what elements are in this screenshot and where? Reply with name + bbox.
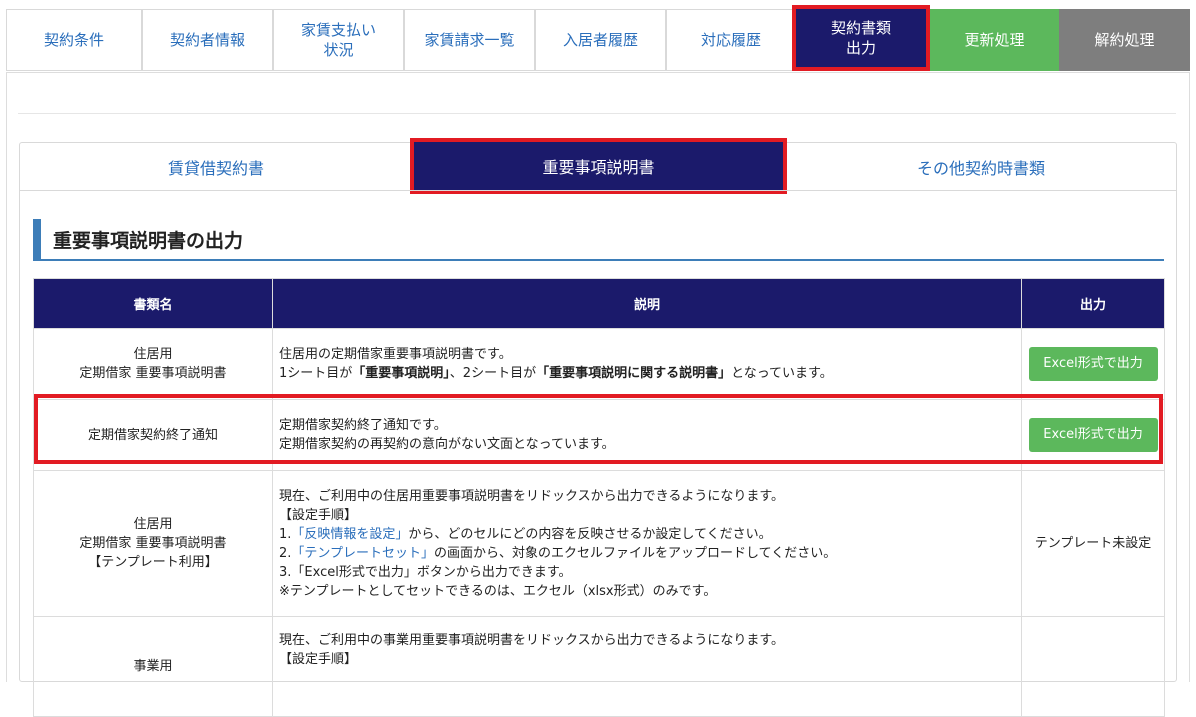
doc-name-line: 定期借家 重要事項説明書 (79, 536, 227, 551)
excel-output-button[interactable]: Excel形式で出力 (1028, 347, 1158, 381)
doc-description: 定期借家契約終了通知です。 定期借家契約の再契約の意向がない文面となっています。 (272, 399, 1022, 471)
tab-contract-terms[interactable]: 契約条件 (6, 9, 142, 71)
excel-output-button[interactable]: Excel形式で出力 (1028, 418, 1158, 452)
description-line: ※テンプレートとしてセットできるのは、エクセル（xlsx形式）のみです。 (279, 583, 717, 599)
template-set-link[interactable]: 「テンプレートセット」 (291, 546, 434, 561)
doc-description: 現在、ご利用中の事業用重要事項説明書をリドックスから出力できるようになります。 … (272, 616, 1022, 717)
doc-name: 住居用 定期借家 重要事項説明書 【テンプレート利用】 (33, 470, 273, 617)
text: 1シート目が (279, 366, 353, 381)
output-cell: Excel形式で出力 (1021, 328, 1165, 400)
output-cell: Excel形式で出力 (1021, 399, 1165, 471)
description-line: 2.「テンプレートセット」の画面から、対象のエクセルファイルをアップロードしてく… (279, 544, 1020, 563)
doc-name: 事業用 (33, 616, 273, 717)
description-line: 住居用の定期借家重要事項説明書です。 (279, 347, 512, 362)
doc-name-line: 事業用 (133, 659, 173, 674)
doc-name-line: 定期借家 重要事項説明書 (79, 366, 227, 381)
section-title: 重要事項説明書の出力 (53, 230, 244, 252)
table-row: 住居用 定期借家 重要事項説明書 住居用の定期借家重要事項説明書です。 1シート… (33, 328, 1165, 400)
subtab-important-matters[interactable]: 重要事項説明書 (410, 138, 787, 194)
documents-table: 書類名 説明 出力 住居用 定期借家 重要事項説明書 住居用の定期借家重要事項説… (33, 278, 1165, 717)
description-line: 3.「Excel形式で出力」ボタンから出力できます。 (279, 564, 572, 580)
text: 、2シート目が (449, 366, 537, 381)
header-output: 出力 (1021, 278, 1165, 329)
text: 1. (279, 526, 292, 542)
output-cell (1021, 616, 1165, 717)
doc-description: 現在、ご利用中の住居用重要事項説明書をリドックスから出力できるようになります。 … (272, 470, 1022, 617)
text: の画面から、対象のエクセルファイルをアップロードしてください。 (434, 545, 837, 561)
tab-contractor-info[interactable]: 契約者情報 (142, 9, 273, 71)
tab-renewal[interactable]: 更新処理 (930, 9, 1059, 71)
doc-name: 定期借家契約終了通知 (33, 399, 273, 471)
description-line: 定期借家契約終了通知です。 (279, 418, 447, 433)
table-row: 定期借家契約終了通知 定期借家契約終了通知です。 定期借家契約の再契約の意向がな… (33, 399, 1165, 471)
doc-name-line: 【テンプレート利用】 (88, 555, 218, 570)
bold-text: 「重要事項説明に関する説明書」 (536, 366, 732, 381)
tab-rent-payment-status[interactable]: 家賃支払い 状況 (273, 9, 404, 71)
tab-support-history[interactable]: 対応履歴 (666, 9, 796, 71)
doc-name-line: 住居用 (133, 347, 173, 362)
tab-tenant-history[interactable]: 入居者履歴 (535, 9, 666, 71)
table-row: 事業用 現在、ご利用中の事業用重要事項説明書をリドックスから出力できるようになり… (33, 616, 1165, 717)
subtab-underline (20, 190, 1176, 191)
template-status: テンプレート未設定 (1034, 536, 1152, 551)
tab-contract-documents-output[interactable]: 契約書類 出力 (792, 5, 930, 71)
subtab-other-documents[interactable]: その他契約時書類 (787, 144, 1175, 190)
bold-text: 「重要事項説明」 (352, 366, 450, 381)
description-line: 現在、ご利用中の住居用重要事項説明書をリドックスから出力できるようになります。 (279, 488, 785, 504)
section-underline (33, 259, 1164, 261)
divider (18, 113, 1176, 114)
description-line: 現在、ご利用中の事業用重要事項説明書をリドックスから出力できるようになります。 (279, 633, 785, 648)
description-line: 1.「反映情報を設定」から、どのセルにどの内容を反映させるか設定してください。 (279, 525, 1020, 544)
output-cell: テンプレート未設定 (1021, 470, 1165, 617)
table-header-row: 書類名 説明 出力 (33, 278, 1165, 329)
description-line: 1シート目が「重要事項説明」、2シート目が「重要事項説明に関する説明書」となって… (279, 364, 1020, 383)
doc-description: 住居用の定期借家重要事項説明書です。 1シート目が「重要事項説明」、2シート目が… (272, 328, 1022, 400)
text: となっています。 (731, 366, 833, 381)
header-description: 説明 (272, 278, 1022, 329)
doc-name: 住居用 定期借家 重要事項説明書 (33, 328, 273, 400)
doc-name-line: 定期借家契約終了通知 (87, 427, 218, 443)
description-line: 定期借家契約の再契約の意向がない文面となっています。 (279, 437, 615, 452)
description-line: 【設定手順】 (279, 652, 358, 667)
tab-cancellation[interactable]: 解約処理 (1059, 9, 1190, 71)
text: から、どのセルにどの内容を反映させるか設定してください。 (408, 526, 772, 542)
text: 2. (279, 545, 292, 561)
subtab-lease-agreement[interactable]: 賃貸借契約書 (20, 144, 412, 190)
contract-tabs: 契約条件 契約者情報 家賃支払い 状況 家賃請求一覧 入居者履歴 対応履歴 契約… (0, 0, 1196, 73)
table-row: 住居用 定期借家 重要事項説明書 【テンプレート利用】 現在、ご利用中の住居用重… (33, 470, 1165, 617)
reflection-settings-link[interactable]: 「反映情報を設定」 (291, 527, 408, 542)
header-doc-name: 書類名 (33, 278, 273, 329)
tab-rent-billing-list[interactable]: 家賃請求一覧 (404, 9, 535, 71)
doc-name-line: 住居用 (133, 517, 173, 532)
section-accent-bar (33, 219, 41, 259)
description-line: 【設定手順】 (279, 507, 358, 523)
